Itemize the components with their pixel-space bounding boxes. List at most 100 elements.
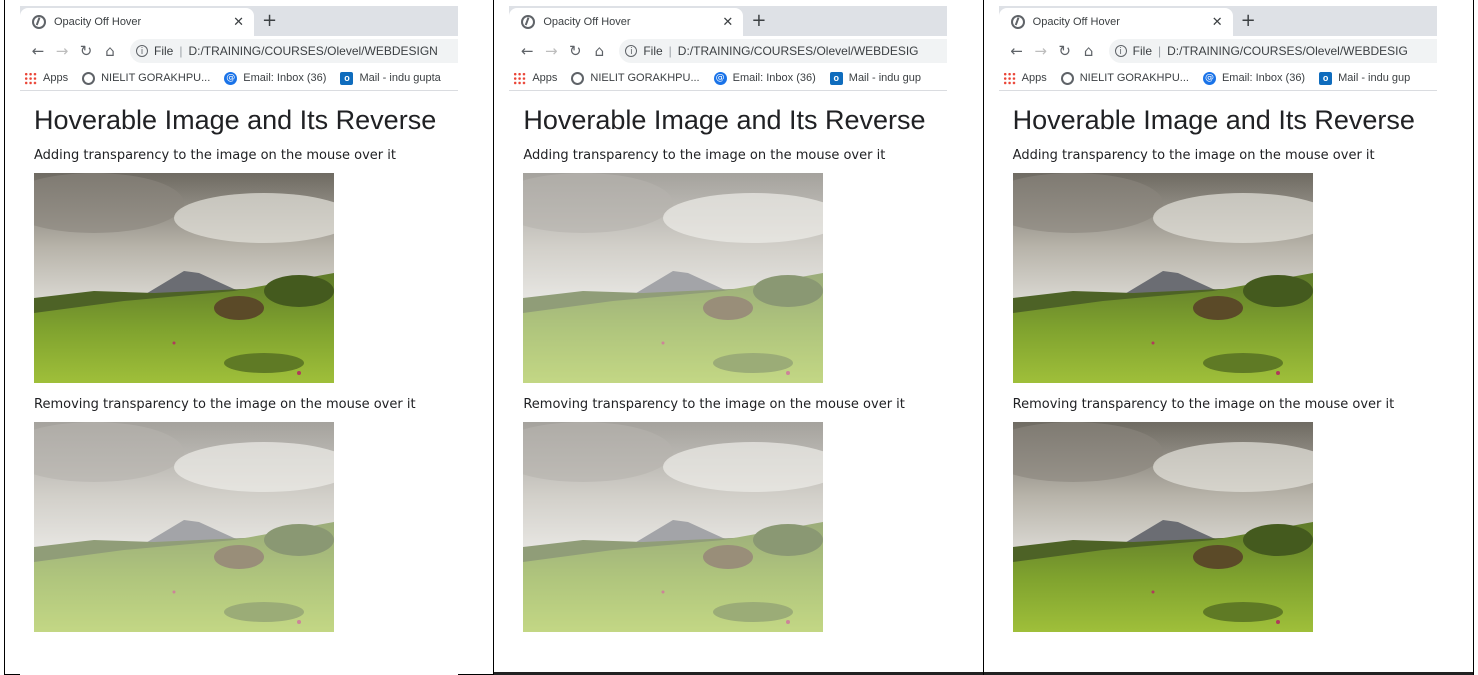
home-icon[interactable]: ⌂ (587, 42, 611, 60)
page-heading: Hoverable Image and Its Reverse (34, 105, 437, 135)
panel-2: Opacity Off Hover ✕ + ← → ↻ ⌂ i File | D… (494, 0, 984, 675)
at-sign-icon: @ (224, 71, 238, 85)
bookmark-nielit[interactable]: NIELIT GORAKHPU... (571, 71, 700, 85)
bookmark-label: Email: Inbox (36) (732, 72, 816, 84)
tab-strip: Opacity Off Hover ✕ + (998, 6, 1437, 36)
bookmarks-bar: Apps NIELIT GORAKHPU... @ Email: Inbox (… (998, 66, 1437, 91)
toolbar: ← → ↻ ⌂ i File | D:/TRAINING/COURSES/Ole… (509, 36, 948, 66)
address-bar[interactable]: i File | D:/TRAINING/COURSES/Olevel/WEBD… (1108, 39, 1437, 63)
bookmark-mail[interactable]: o Mail - indu gup (829, 71, 921, 85)
bookmark-email[interactable]: @ Email: Inbox (36) (713, 71, 816, 85)
landscape-image[interactable] (523, 173, 824, 383)
removing-transparency-text: Removing transparency to the image on th… (34, 397, 416, 412)
browser-tab[interactable]: Opacity Off Hover ✕ (20, 8, 254, 36)
bookmark-mail[interactable]: o Mail - indu gup (1319, 71, 1411, 85)
bookmark-mail[interactable]: o Mail - indu gupta (340, 71, 441, 85)
info-icon[interactable]: i (1114, 45, 1127, 57)
forward-icon[interactable]: → (1029, 42, 1053, 60)
globe-icon (521, 15, 536, 29)
at-sign-icon: @ (1202, 71, 1216, 85)
tab-strip: Opacity Off Hover ✕ + (20, 6, 458, 36)
tab-title: Opacity Off Hover (543, 16, 631, 28)
adding-transparency-text: Adding transparency to the image on the … (1012, 148, 1375, 163)
reload-icon[interactable]: ↻ (74, 42, 98, 60)
page-heading: Hoverable Image and Its Reverse (1012, 105, 1415, 135)
browser-tab[interactable]: Opacity Off Hover ✕ (509, 8, 744, 36)
back-icon[interactable]: ← (26, 42, 50, 60)
globe-icon (1060, 71, 1074, 85)
panel-3: Opacity Off Hover ✕ + ← → ↻ ⌂ i File | D… (983, 0, 1473, 675)
globe-icon (1010, 15, 1025, 29)
bookmarks-bar: Apps NIELIT GORAKHPU... @ Email: Inbox (… (20, 66, 458, 91)
url-separator: | (1158, 44, 1162, 58)
browser-window: Opacity Off Hover ✕ + ← → ↻ ⌂ i File | D… (20, 6, 458, 675)
bookmark-nielit[interactable]: NIELIT GORAKHPU... (1060, 71, 1189, 85)
new-tab-button[interactable]: + (262, 10, 277, 31)
home-icon[interactable]: ⌂ (98, 42, 122, 60)
reload-icon[interactable]: ↻ (563, 42, 587, 60)
landscape-image[interactable] (523, 422, 824, 632)
address-bar[interactable]: i File | D:/TRAINING/COURSES/Olevel/WEBD… (130, 39, 458, 63)
url-scheme-label: File (643, 44, 663, 58)
back-icon[interactable]: ← (515, 42, 539, 60)
landscape-image[interactable] (1012, 422, 1313, 632)
landscape-image[interactable] (1012, 173, 1313, 383)
close-icon[interactable]: ✕ (1212, 15, 1223, 30)
url-scheme-label: File (154, 44, 174, 58)
bookmark-apps[interactable]: Apps (1002, 71, 1047, 85)
bookmark-email[interactable]: @ Email: Inbox (36) (224, 71, 327, 85)
page-content: Hoverable Image and Its Reverse Adding t… (509, 105, 947, 632)
toolbar: ← → ↻ ⌂ i File | D:/TRAINING/COURSES/Ole… (999, 36, 1437, 66)
bookmark-label: NIELIT GORAKHPU... (590, 72, 700, 84)
url-text: D:/TRAINING/COURSES/Olevel/WEBDESIG (1167, 44, 1408, 58)
address-bar[interactable]: i File | D:/TRAINING/COURSES/Olevel/WEBD… (619, 39, 948, 63)
removing-transparency-text: Removing transparency to the image on th… (1012, 397, 1395, 412)
globe-icon (32, 15, 46, 29)
url-text: D:/TRAINING/COURSES/Olevel/WEBDESIGN (188, 44, 438, 58)
bookmark-label: Apps (43, 72, 69, 84)
url-separator: | (179, 44, 183, 58)
close-icon[interactable]: ✕ (722, 15, 733, 30)
close-icon[interactable]: ✕ (233, 15, 244, 30)
outlook-icon: o (1319, 71, 1333, 85)
browser-window: Opacity Off Hover ✕ + ← → ↻ ⌂ i File | D… (509, 6, 948, 675)
bookmark-label: Apps (1021, 72, 1047, 84)
bookmark-label: NIELIT GORAKHPU... (101, 72, 211, 84)
back-icon[interactable]: ← (1005, 42, 1029, 60)
outlook-icon: o (829, 71, 843, 85)
info-icon[interactable]: i (625, 45, 638, 57)
landscape-image[interactable] (34, 173, 334, 383)
apps-grid-icon (513, 71, 527, 85)
screenshot-panels: Opacity Off Hover ✕ + ← → ↻ ⌂ i File | D… (4, 0, 1474, 675)
bookmark-label: Mail - indu gup (1338, 72, 1411, 84)
tab-title: Opacity Off Hover (1032, 16, 1120, 28)
bookmark-label: NIELIT GORAKHPU... (1079, 72, 1189, 84)
new-tab-button[interactable]: + (1241, 10, 1256, 31)
reload-icon[interactable]: ↻ (1053, 42, 1077, 60)
bookmark-label: Mail - indu gup (848, 72, 921, 84)
url-text: D:/TRAINING/COURSES/Olevel/WEBDESIG (677, 44, 919, 58)
page-content: Hoverable Image and Its Reverse Adding t… (999, 105, 1437, 632)
bookmark-apps[interactable]: Apps (513, 71, 558, 85)
globe-icon (82, 71, 96, 85)
browser-window: Opacity Off Hover ✕ + ← → ↻ ⌂ i File | D… (998, 6, 1437, 675)
tab-title: Opacity Off Hover (54, 16, 142, 28)
forward-icon[interactable]: → (539, 42, 563, 60)
panel-1: Opacity Off Hover ✕ + ← → ↻ ⌂ i File | D… (5, 0, 495, 675)
bookmark-label: Email: Inbox (36) (243, 72, 327, 84)
apps-grid-icon (1002, 71, 1016, 85)
forward-icon[interactable]: → (50, 42, 74, 60)
globe-icon (571, 71, 585, 85)
home-icon[interactable]: ⌂ (1077, 42, 1101, 60)
bookmark-label: Email: Inbox (36) (1221, 72, 1306, 84)
bookmark-label: Apps (532, 72, 558, 84)
bookmark-email[interactable]: @ Email: Inbox (36) (1202, 71, 1306, 85)
bookmark-apps[interactable]: Apps (24, 71, 69, 85)
landscape-image[interactable] (34, 422, 334, 632)
page-content: Hoverable Image and Its Reverse Adding t… (20, 105, 458, 632)
tab-strip: Opacity Off Hover ✕ + (509, 6, 948, 36)
bookmark-nielit[interactable]: NIELIT GORAKHPU... (82, 71, 211, 85)
browser-tab[interactable]: Opacity Off Hover ✕ (998, 8, 1233, 36)
new-tab-button[interactable]: + (751, 10, 766, 31)
info-icon[interactable]: i (136, 45, 148, 57)
